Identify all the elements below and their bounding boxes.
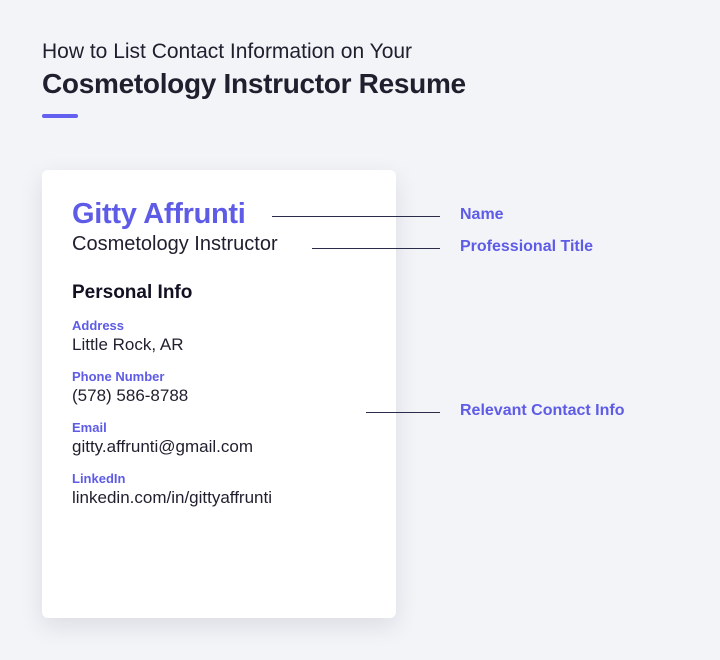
phone-label: Phone Number [72, 369, 366, 384]
annotation-contact: Relevant Contact Info [460, 402, 624, 420]
address-value: Little Rock, AR [72, 335, 366, 355]
linkedin-label: LinkedIn [72, 471, 366, 486]
annotation-title: Professional Title [460, 238, 593, 256]
connector-contact [366, 412, 440, 413]
linkedin-value: linkedin.com/in/gittyaffrunti [72, 488, 366, 508]
annotation-name: Name [460, 206, 504, 224]
connector-name [272, 216, 440, 217]
connector-title [312, 248, 440, 249]
resume-card: Gitty Affrunti Cosmetology Instructor Pe… [42, 170, 396, 618]
resume-title: Cosmetology Instructor [72, 233, 366, 256]
heading-underline [42, 114, 78, 118]
heading-line1: How to List Contact Information on Your [42, 40, 678, 64]
resume-name: Gitty Affrunti [72, 198, 366, 231]
email-label: Email [72, 420, 366, 435]
phone-value: (578) 586-8788 [72, 386, 366, 406]
email-value: gitty.affrunti@gmail.com [72, 437, 366, 457]
address-label: Address [72, 318, 366, 333]
section-personal-info: Personal Info [72, 282, 366, 304]
heading-line2: Cosmetology Instructor Resume [42, 68, 678, 100]
